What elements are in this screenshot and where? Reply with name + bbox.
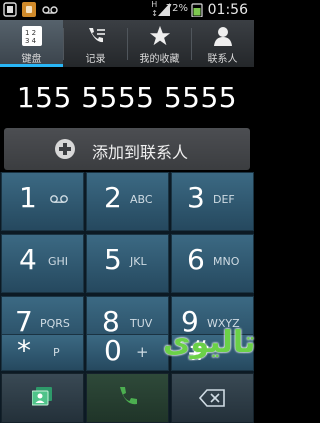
key-4[interactable]: 4 GHI [1,234,84,293]
contacts-card-button[interactable] [1,373,84,423]
add-icon [55,139,75,159]
clock: 01:56 [207,2,248,18]
tab-contacts[interactable]: 联系人 [191,20,254,67]
star-icon [149,25,171,46]
key-letters: P [53,346,60,359]
voicemail-icon [50,195,68,203]
key-digit: 0 [104,334,122,367]
watermark-logo: تالیوی [163,325,256,360]
backspace-icon [199,389,225,407]
tab-label: 我的收藏 [139,54,180,65]
network-type: H ↕ [151,0,158,18]
key-digit: 3 [187,181,205,214]
key-digit: 2 [104,181,122,214]
battery-icon [191,3,203,17]
key-letters: GHI [48,255,69,268]
status-bar: H ↕ 72% 01:56 [0,0,254,20]
key-1[interactable]: 1 [1,172,84,231]
key-letters: JKL [130,255,147,268]
tab-call-log[interactable]: 记录 [64,20,127,67]
key-digit: * [17,334,31,367]
key-letters: + [136,343,149,361]
key-6[interactable]: 6 MNO [171,234,254,293]
key-digit: 4 [19,243,37,276]
tab-favorites[interactable]: 我的收藏 [128,20,191,67]
bottom-actions [0,371,254,423]
tab-bar: 1 2 3 4 键盘 记录 我的收藏 联系人 [0,20,254,67]
tab-keypad[interactable]: 1 2 3 4 键盘 [0,20,63,67]
key-digit: 6 [187,243,205,276]
call-log-icon [89,28,105,43]
key-3[interactable]: 3 DEF [171,172,254,231]
contacts-card-icon [32,387,52,406]
key-letters: DEF [213,193,235,206]
key-star[interactable]: * P [1,334,84,371]
dialed-number: 155 5555 5555 [16,81,238,114]
voicemail-icon [42,6,58,14]
key-letters: ABC [130,193,153,206]
number-display[interactable]: 155 5555 5555 [0,67,254,127]
tab-label: 记录 [85,54,106,65]
phone-call-icon [120,387,137,405]
key-2[interactable]: 2 ABC [86,172,169,231]
key-digit: 5 [104,243,122,276]
call-button[interactable] [86,373,169,423]
key-letters: TUV [130,317,153,330]
orange-app-icon [22,2,36,17]
add-to-contacts-label: 添加到联系人 [92,143,189,162]
svg-text:3 4: 3 4 [25,37,37,45]
add-to-contacts-button[interactable]: 添加到联系人 [4,128,250,170]
key-digit: 1 [19,181,37,214]
usb-icon [3,2,17,17]
tab-label: 键盘 [21,54,42,65]
backspace-button[interactable] [171,373,254,423]
battery-percent: 72% [165,3,188,14]
dialpad-icon: 1 2 3 4 [22,26,42,46]
person-icon [214,27,232,46]
svg-text:1 2: 1 2 [25,29,36,37]
tab-label: 联系人 [207,54,238,65]
key-0[interactable]: 0 + [86,334,169,371]
key-5[interactable]: 5 JKL [86,234,169,293]
key-letters: MNO [213,255,240,268]
